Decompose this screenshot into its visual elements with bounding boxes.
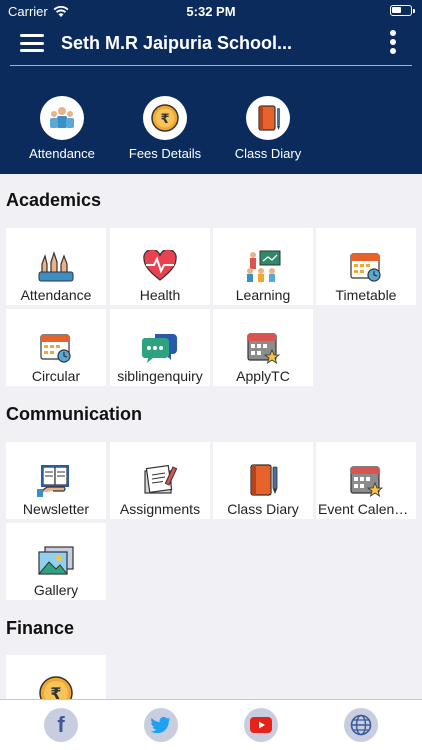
tile-timetable-label: Timetable <box>335 287 397 303</box>
app-header: Carrier 5:32 PM Seth M.R Jaipuria School… <box>0 0 422 174</box>
quick-class-diary-button[interactable]: Class Diary <box>223 96 313 161</box>
page-title: Seth M.R Jaipuria School... <box>61 33 293 53</box>
calendar-star-icon <box>350 466 383 497</box>
quick-attendance-label: Attendance <box>29 146 95 161</box>
section-finance-title: Finance <box>6 618 75 638</box>
battery-icon <box>390 5 415 16</box>
attendance-icon <box>40 96 84 140</box>
youtube-icon[interactable] <box>244 708 278 742</box>
tile-event-calendar-label: Event Calendar <box>318 501 414 517</box>
heart-pulse-icon <box>143 250 177 281</box>
tile-class-diary[interactable]: Class Diary <box>213 442 313 519</box>
section-academics-title: Academics <box>6 190 102 210</box>
twitter-icon[interactable] <box>144 708 178 742</box>
tile-newsletter[interactable]: Newsletter <box>6 442 106 519</box>
bottom-tab-bar: f <box>0 699 422 750</box>
status-bar: Carrier 5:32 PM <box>0 0 422 22</box>
more-options-icon[interactable] <box>390 30 398 58</box>
nav-bar: Seth M.R Jaipuria School... <box>0 22 422 66</box>
globe-icon[interactable] <box>344 708 378 742</box>
raised-hands-icon <box>38 251 74 282</box>
tile-newsletter-label: Newsletter <box>22 501 90 517</box>
tile-health-label: Health <box>139 287 181 303</box>
chat-bubbles-icon <box>142 334 177 363</box>
calendar-clock-icon <box>350 253 381 282</box>
calendar-star-icon <box>247 333 280 364</box>
tile-attendance-label: Attendance <box>20 287 92 303</box>
status-time: 5:32 PM <box>186 4 236 19</box>
tile-learning[interactable]: Learning <box>213 228 313 305</box>
quick-attendance-button[interactable]: Attendance <box>17 96 107 161</box>
tile-learning-label: Learning <box>235 287 291 303</box>
tile-health[interactable]: Health <box>110 228 210 305</box>
svg-text:₹: ₹ <box>160 112 169 127</box>
tile-applytc[interactable]: ApplyTC <box>213 309 313 386</box>
tile-event-calendar[interactable]: Event Calendar <box>316 442 416 519</box>
rupee-coin-icon: ₹ <box>143 96 187 140</box>
tile-assignments[interactable]: Assignments <box>110 442 210 519</box>
quick-class-diary-label: Class Diary <box>234 146 302 161</box>
tile-applytc-label: ApplyTC <box>236 368 290 384</box>
tile-siblingenquiry-label: siblingenquiry <box>117 368 203 384</box>
quick-fees-label: Fees Details <box>128 146 202 161</box>
nav-divider <box>10 65 412 66</box>
tile-gallery[interactable]: Gallery <box>6 523 106 600</box>
book-hand-icon <box>37 465 69 497</box>
section-communication-title: Communication <box>6 404 143 424</box>
tile-gallery-label: Gallery <box>33 582 79 598</box>
diary-icon <box>246 96 290 140</box>
gallery-icon <box>37 546 74 575</box>
tile-attendance[interactable]: Attendance <box>6 228 106 305</box>
tile-circular-label: Circular <box>31 368 81 384</box>
tile-timetable[interactable]: Timetable <box>316 228 416 305</box>
facebook-glyph: f <box>57 712 65 737</box>
tile-class-diary-label: Class Diary <box>227 501 299 517</box>
diary-icon <box>250 464 278 496</box>
menu-icon[interactable] <box>20 34 44 52</box>
facebook-icon[interactable]: f <box>44 708 78 742</box>
quick-fees-button[interactable]: ₹ Fees Details <box>120 96 210 161</box>
notebook-icon <box>144 464 178 494</box>
classroom-icon <box>247 250 281 282</box>
tile-siblingenquiry[interactable]: siblingenquiry <box>110 309 210 386</box>
tile-assignments-label: Assignments <box>119 501 201 517</box>
calendar-clock-icon <box>40 334 71 363</box>
tile-circular[interactable]: Circular <box>6 309 106 386</box>
